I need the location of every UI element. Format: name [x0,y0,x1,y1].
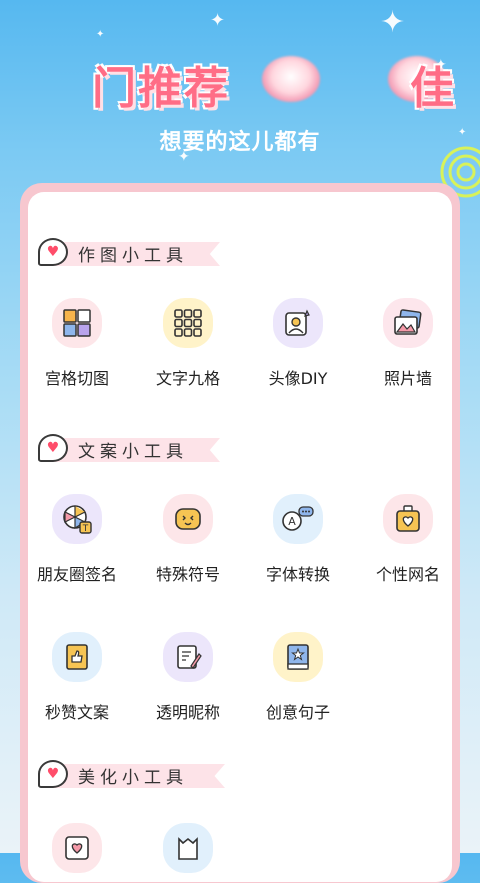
grid-cut-icon [63,309,91,337]
avatar-diy-icon [285,309,310,336]
tool-label: 文字九格 [155,369,220,388]
tool-label: 创意句子 [265,703,330,722]
svg-text:T: T [82,524,89,534]
top-banner: ✦ ✦ ✦ ✦ ✦ ✦ 门推荐 佳 想要的这儿都有 [0,0,480,198]
tool-label: 特殊符号 [155,565,220,584]
section-title: 美化小工具 [78,768,188,788]
tool-avatar-diy[interactable]: 头像DIY [243,298,353,389]
tool-label: 朋友圈签名 [36,565,117,584]
tool-label: 字体转换 [265,565,330,584]
banner-title-tail: 佳 [410,63,456,114]
tool-moments-signature[interactable]: T 朋友圈签名 [22,494,132,585]
tool-label: 秒赞文案 [44,703,109,722]
heart-bubble-icon: ♥ [38,760,68,788]
tool-special-symbol[interactable]: 特殊符号 [133,494,243,585]
tool-label: 透明昵称 [155,703,220,722]
tool-label: 头像DIY [268,369,328,388]
heart-blur-decoration [262,56,320,102]
tool-beautify-frame[interactable] [133,823,243,873]
tool-like-copy[interactable]: 秒赞文案 [22,632,132,723]
tool-label: 照片墙 [383,369,432,388]
heart-bubble-icon: ♥ [38,238,68,266]
section-header-beautify-tools: ♥ 美化小工具 [38,760,225,790]
font-convert-icon: A [282,506,314,531]
tool-beautify-heart[interactable] [22,823,132,873]
section-header-drawing-tools: ♥ 作图小工具 [38,238,220,268]
tool-transparent-nickname[interactable]: 透明昵称 [133,632,243,723]
section-header-copy-tools: ♥ 文案小工具 [38,434,220,464]
tool-label: 个性网名 [375,565,440,584]
section-title: 文案小工具 [78,442,188,462]
tool-font-convert[interactable]: A 字体转换 [243,494,353,585]
like-copy-icon [66,644,88,670]
sparkle-icon: ✦ [210,10,226,31]
special-symbol-icon [175,508,201,530]
sparkle-icon: ✦ [96,29,105,40]
photo-wall-icon [394,309,422,335]
tool-label: 宫格切图 [44,369,109,388]
text-nine-grid-icon [174,309,202,337]
transparent-nickname-icon [177,645,202,669]
tool-creative-sentence[interactable]: 创意句子 [243,632,353,723]
beautify-heart-icon [65,836,89,860]
sparkle-icon: ✦ [380,5,406,40]
section-title: 作图小工具 [78,246,188,266]
tool-nickname-badge[interactable]: 个性网名 [353,494,463,585]
beautify-frame-icon [178,837,198,860]
heart-bubble-icon: ♥ [38,434,68,462]
tool-photo-wall[interactable]: 照片墙 [353,298,463,389]
creative-sentence-icon [287,644,309,670]
banner-subtitle: 想要的这儿都有 [159,130,321,155]
nickname-badge-icon [396,505,420,532]
tool-grid-cut[interactable]: 宫格切图 [22,298,132,389]
tool-text-nine-grid[interactable]: 文字九格 [133,298,243,389]
svg-text:A: A [288,515,296,528]
moments-signature-icon: T [63,505,92,534]
